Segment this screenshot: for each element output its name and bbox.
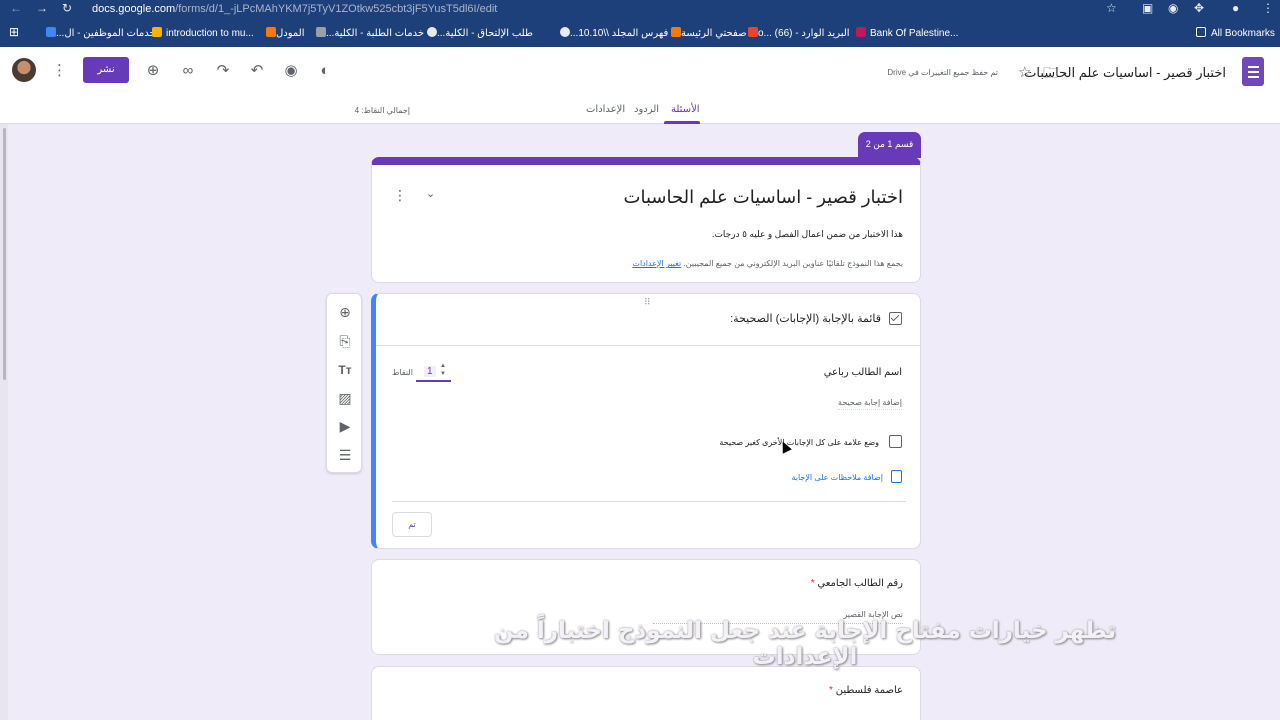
bookmark-item[interactable]: المودل: [262, 27, 305, 39]
redo-icon[interactable]: ↷: [212, 60, 234, 82]
star-bookmark-icon[interactable]: ☆: [1106, 1, 1117, 15]
globe-icon: [560, 27, 570, 37]
more-options-icon[interactable]: ⋮: [52, 61, 67, 79]
video-caption: تظهر خيارات مفتاح الإجابة عند جعل النموذ…: [493, 618, 1117, 670]
save-status: تم حفظ جميع التغييرات في Drive: [887, 68, 998, 77]
stepper-arrows-icon[interactable]: ▲ ▼: [440, 362, 446, 378]
form-tabs: الأسئلة الردود الإعدادات إجمالي النقاط: …: [0, 100, 1280, 124]
answer-key-heading: قائمة بالإجابة (الإجابات) الصحيحة:: [730, 312, 902, 325]
bookmark-item[interactable]: طلب الإلتحاق - الكلية...: [423, 27, 533, 39]
collapse-icon[interactable]: ⌄: [426, 187, 435, 200]
answer-key-card[interactable]: ⠿ قائمة بالإجابة (الإجابات) الصحيحة: اسم…: [371, 293, 921, 549]
puzzle-icon[interactable]: ✥: [1194, 1, 1204, 15]
form-description[interactable]: هذا الاختبار من ضمن اعمال الفصل و عليه ٥…: [712, 229, 903, 240]
floating-toolbar: ⊕ ⎘ Tт ▨ ▶ ☰: [326, 293, 362, 473]
folder-icon[interactable]: 🗀: [1043, 63, 1058, 88]
scrollbar-thumb[interactable]: [3, 128, 6, 380]
url-field[interactable]: docs.google.com/forms/d/1_-jLPcMAhYKM7j5…: [92, 1, 1122, 17]
add-video-icon[interactable]: ▶: [335, 416, 355, 436]
drag-handle-icon[interactable]: ⠿: [644, 297, 652, 308]
mark-others-wrong-checkbox[interactable]: وضع علامة على كل الإجابات الأخرى كغير صح…: [719, 435, 902, 448]
active-tab-indicator: [664, 121, 700, 124]
tab-responses[interactable]: الردود: [634, 104, 659, 115]
divider: [392, 501, 906, 502]
checkbox-checked-icon: [889, 312, 902, 325]
add-correct-answer-input[interactable]: إضافة إجابة صحيحة: [838, 398, 902, 410]
folder-icon: [1196, 27, 1206, 37]
undo-icon[interactable]: ↶: [246, 60, 268, 82]
question-title: عاصمة فلسطين *: [829, 685, 903, 696]
gmail-icon: [748, 27, 758, 37]
bookmark-item[interactable]: صفحتي الرئيسة: [667, 27, 747, 39]
url-path: /forms/d/1_-jLPcMAhYKM7j5TyV1ZOtkw525cbt…: [175, 3, 498, 15]
forms-logo-icon[interactable]: [1242, 57, 1264, 86]
publish-button[interactable]: نشر: [83, 57, 129, 83]
change-settings-link[interactable]: تغيير الإعدادات: [632, 259, 681, 268]
browser-address-bar: ← → ↻ docs.google.com/forms/d/1_-jLPcMAh…: [0, 0, 1280, 18]
bookmark-item[interactable]: خدمات الطلبة - الكلية...: [312, 27, 424, 39]
moodle-icon: [266, 27, 276, 37]
add-title-icon[interactable]: Tт: [335, 360, 355, 380]
chrome-extension-icon[interactable]: ◉: [1168, 1, 1178, 15]
browser-menu-icon[interactable]: ⋮: [1262, 1, 1274, 15]
bookmark-item[interactable]: خدمات الموظفين - ال...: [42, 27, 156, 39]
extension-icon[interactable]: ▣: [1142, 1, 1153, 15]
cube-icon: [46, 27, 56, 37]
email-collection-notice: يجمع هذا النموذج تلقائيًا عناوين البريد …: [632, 259, 903, 268]
bookmark-item[interactable]: البريد الوارد - o... (66): [744, 27, 850, 39]
folder-favicon-icon: [152, 27, 162, 37]
moodle-icon: [671, 27, 681, 37]
section-more-icon[interactable]: ⋮: [393, 187, 407, 204]
link-icon[interactable]: ∞: [177, 60, 199, 82]
palette-icon[interactable]: ◐: [314, 60, 336, 82]
globe-icon: [427, 27, 437, 37]
page-favicon-icon: [316, 27, 326, 37]
question-card[interactable]: عاصمة فلسطين *: [371, 666, 921, 720]
form-title-card[interactable]: اختبار قصير - اساسيات علم الحاسبات هذا ا…: [371, 157, 921, 283]
points-stepper[interactable]: 1 ▲ ▼: [416, 362, 451, 382]
points-label: النقاط: [392, 368, 413, 377]
required-marker: *: [829, 685, 833, 696]
star-icon[interactable]: ☆: [1018, 63, 1031, 81]
forward-icon[interactable]: →: [36, 1, 48, 15]
required-marker: *: [810, 578, 815, 589]
bookmark-item[interactable]: Bank Of Palestine...: [856, 27, 958, 39]
section-label: قسم 1 من 2: [858, 132, 921, 158]
add-question-icon[interactable]: ⊕: [335, 302, 355, 322]
back-icon[interactable]: ←: [10, 1, 22, 15]
import-questions-icon[interactable]: ⎘: [335, 331, 355, 351]
add-feedback-link[interactable]: إضافة ملاحظات على الإجابة: [791, 470, 902, 483]
tab-settings[interactable]: الإعدادات: [586, 104, 625, 115]
bookmarks-bar: ⊞ خدمات الموظفين - ال... introduction to…: [0, 18, 1280, 47]
avatar[interactable]: [12, 58, 36, 82]
divider: [376, 345, 921, 346]
add-collaborator-icon[interactable]: ⊕: [142, 60, 164, 82]
add-section-icon[interactable]: ☰: [335, 445, 355, 465]
bookmark-item[interactable]: فهرس المجلد \\10.10...: [556, 27, 668, 39]
all-bookmarks[interactable]: All Bookmarks: [1196, 27, 1275, 39]
form-heading[interactable]: اختبار قصير - اساسيات علم الحاسبات: [624, 187, 903, 208]
clipboard-icon: [891, 470, 902, 483]
checkbox-icon[interactable]: [889, 435, 902, 448]
question-title: اسم الطالب رباعي: [823, 367, 902, 378]
forms-header: اختبار قصير - اساسيات علم الحاسبات 🗀 ☆ ت…: [0, 47, 1280, 124]
profile-icon[interactable]: ●: [1232, 1, 1239, 15]
bank-icon: [856, 27, 866, 37]
points-value[interactable]: 1: [424, 366, 436, 377]
total-points: إجمالي النقاط: 4: [354, 106, 410, 115]
add-image-icon[interactable]: ▨: [335, 388, 355, 408]
question-title: رقم الطالب الجامعي *: [810, 578, 903, 589]
apps-grid-icon[interactable]: ⊞: [9, 25, 19, 39]
preview-eye-icon[interactable]: ◉: [280, 60, 302, 82]
done-button[interactable]: تم: [392, 512, 432, 537]
reload-icon[interactable]: ↻: [62, 1, 72, 15]
url-host: docs.google.com: [92, 3, 176, 15]
tab-questions[interactable]: الأسئلة: [671, 104, 700, 115]
bookmark-item[interactable]: introduction to mu...: [152, 27, 254, 39]
